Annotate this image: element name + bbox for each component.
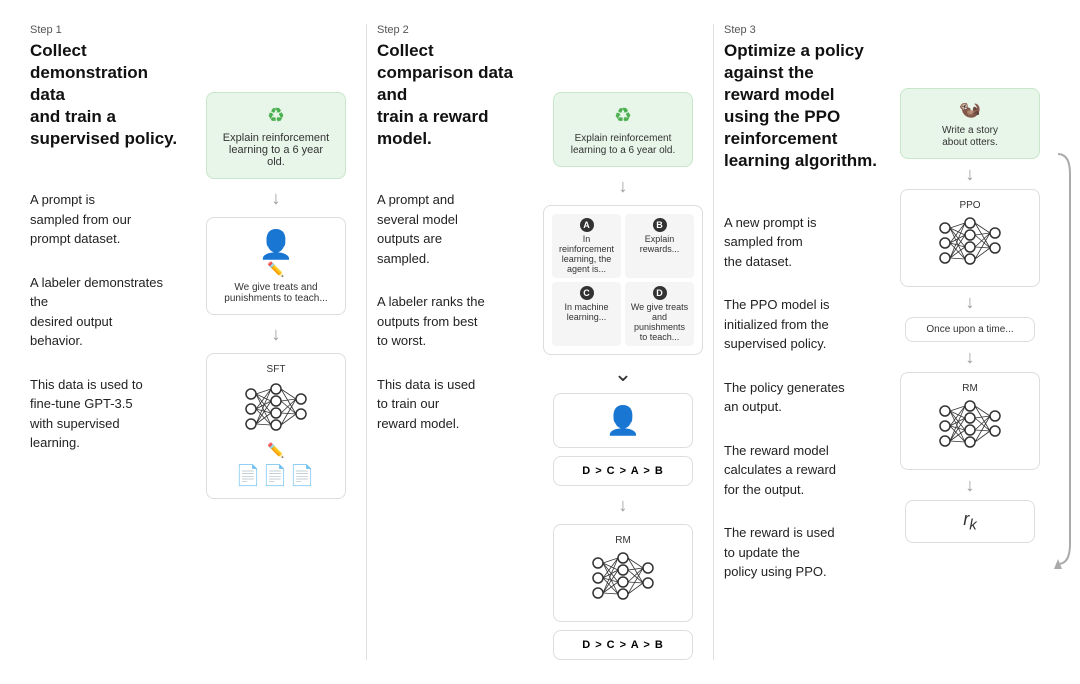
step-3-desc-5: The reward is usedto update thepolicy us… [724,523,878,582]
step-1-title: Collect demonstration dataand train a su… [30,40,184,150]
quadrant-grid: A In reinforcementlearning, theagent is.… [552,214,694,346]
arrow-down-2: ↓ [272,325,281,343]
arrow-down-1: ↓ [272,189,281,207]
person-icon-1: 👤 [219,228,333,261]
brace-icon: ⌄ [614,363,632,385]
step-1-desc-2: A labeler demonstrates thedesired output… [30,273,184,351]
step3-prompt-text: Write a storyabout otters. [942,125,998,148]
step2-quadrant-box: A In reinforcementlearning, theagent is.… [543,205,703,355]
rm-label-3: RM [913,383,1027,394]
recycle-icon-2: ♻ [566,103,680,128]
step3-output-text: Once upon a time... [926,324,1013,335]
step-3-title: Optimize a policy against thereward mode… [724,40,878,173]
ppo-neural-net [935,213,1005,273]
otter-icon: 🦦 [913,99,1027,120]
step2-prompt-text: Explain reinforcementlearning to a 6 yea… [571,133,676,156]
step1-prompt-text: Explain reinforcementlearning to a 6 yea… [223,132,329,168]
q-text-c: In machinelearning... [556,302,617,322]
step-2-visual: ♻ Explain reinforcementlearning to a 6 y… [543,24,703,660]
arrow-down-4: ↓ [619,496,628,514]
edit-icon-sft: ✏️ [219,442,333,459]
sft-neural-net [241,379,311,439]
step2-rm-rank-badge: D > C > A > B [553,630,693,660]
step-2-label: Step 2 [377,24,531,36]
step1-sft-box: SFT [206,353,346,499]
q-cell-a: A In reinforcementlearning, theagent is.… [552,214,621,278]
step-1-col: Step 1 Collect demonstration dataand tra… [20,24,367,660]
step1-prompt-box: ♻ Explain reinforcementlearning to a 6 y… [206,92,346,179]
q-text-b: Explain rewards... [629,234,690,254]
q-label-a: A [580,218,594,232]
q-text-d: We give treats and punishments to teach.… [629,302,690,342]
q-label-c: C [580,286,594,300]
arrow-down-5: ↓ [966,165,975,183]
step1-box-text: We give treats andpunishments to teach..… [219,282,333,304]
loop-arrow [1044,144,1072,574]
step2-person-box: 👤 [553,393,693,448]
rm-label-2: RM [566,535,680,546]
step-3-label: Step 3 [724,24,878,36]
step2-rank-badge: D > C > A > B [553,456,693,486]
step-3-desc-4: The reward modelcalculates a rewardfor t… [724,441,878,500]
step-1-visual: ♻ Explain reinforcementlearning to a 6 y… [196,24,356,660]
q-label-b: B [653,218,667,232]
step3-ppo-box: PPO [900,189,1040,287]
rank-text-1: D > C > A > B [582,465,664,477]
step-3-desc-1: A new prompt issampled fromthe dataset. [724,213,878,272]
edit-icon-1: ✏️ [219,261,333,278]
step-1-label: Step 1 [30,24,184,36]
rm-neural-net-2 [588,548,658,608]
step-3-visual: 🦦 Write a storyabout otters. ↓ PPO [890,24,1050,660]
step3-prompt-box: 🦦 Write a storyabout otters. [900,88,1040,159]
ppo-label: PPO [913,200,1027,211]
rm-neural-net-3 [935,396,1005,456]
step-1-desc-1: A prompt issampled from ourprompt datase… [30,190,184,249]
sft-label: SFT [219,364,333,375]
step3-rk-box: rk [905,500,1035,543]
step-1-text: Step 1 Collect demonstration dataand tra… [30,24,184,660]
q-cell-b: B Explain rewards... [625,214,694,278]
step-3-col: Step 3 Optimize a policy against therewa… [714,24,1060,660]
step1-person-box: 👤 ✏️ We give treats andpunishments to te… [206,217,346,315]
arrow-down-7: ↓ [966,348,975,366]
step-2-text: Step 2 Collect comparison data andtrain … [377,24,531,660]
step-2-desc-2: A labeler ranks theoutputs from bestto w… [377,292,531,351]
q-text-a: In reinforcementlearning, theagent is... [556,234,617,274]
step2-rm-box: RM [553,524,693,622]
step-2-desc-1: A prompt andseveral modeloutputs aresamp… [377,190,531,268]
step3-output-box: Once upon a time... [905,317,1035,342]
step2-prompt-box: ♻ Explain reinforcementlearning to a 6 y… [553,92,693,167]
step-2-title: Collect comparison data andtrain a rewar… [377,40,531,150]
q-cell-c: C In machinelearning... [552,282,621,346]
rk-text: rk [963,509,977,529]
arrow-down-6: ↓ [966,293,975,311]
step-3-text: Step 3 Optimize a policy against therewa… [724,24,878,660]
arrow-down-8: ↓ [966,476,975,494]
q-label-d: D [653,286,667,300]
q-cell-d: D We give treats and punishments to teac… [625,282,694,346]
step-2-col: Step 2 Collect comparison data andtrain … [367,24,714,660]
step3-rm-box: RM [900,372,1040,470]
person-icon-2: 👤 [566,404,680,437]
step-3-desc-3: The policy generatesan output. [724,378,878,417]
step-2-desc-3: This data is usedto train ourreward mode… [377,375,531,434]
main-container: Step 1 Collect demonstration dataand tra… [0,0,1080,684]
step-3-desc-2: The PPO model isinitialized from thesupe… [724,295,878,354]
recycle-icon-1: ♻ [219,103,333,128]
step-1-desc-3: This data is used tofine-tune GPT-3.5wit… [30,375,184,453]
doc-icons: 📄📄📄 [219,463,333,488]
arrow-down-3: ↓ [619,177,628,195]
